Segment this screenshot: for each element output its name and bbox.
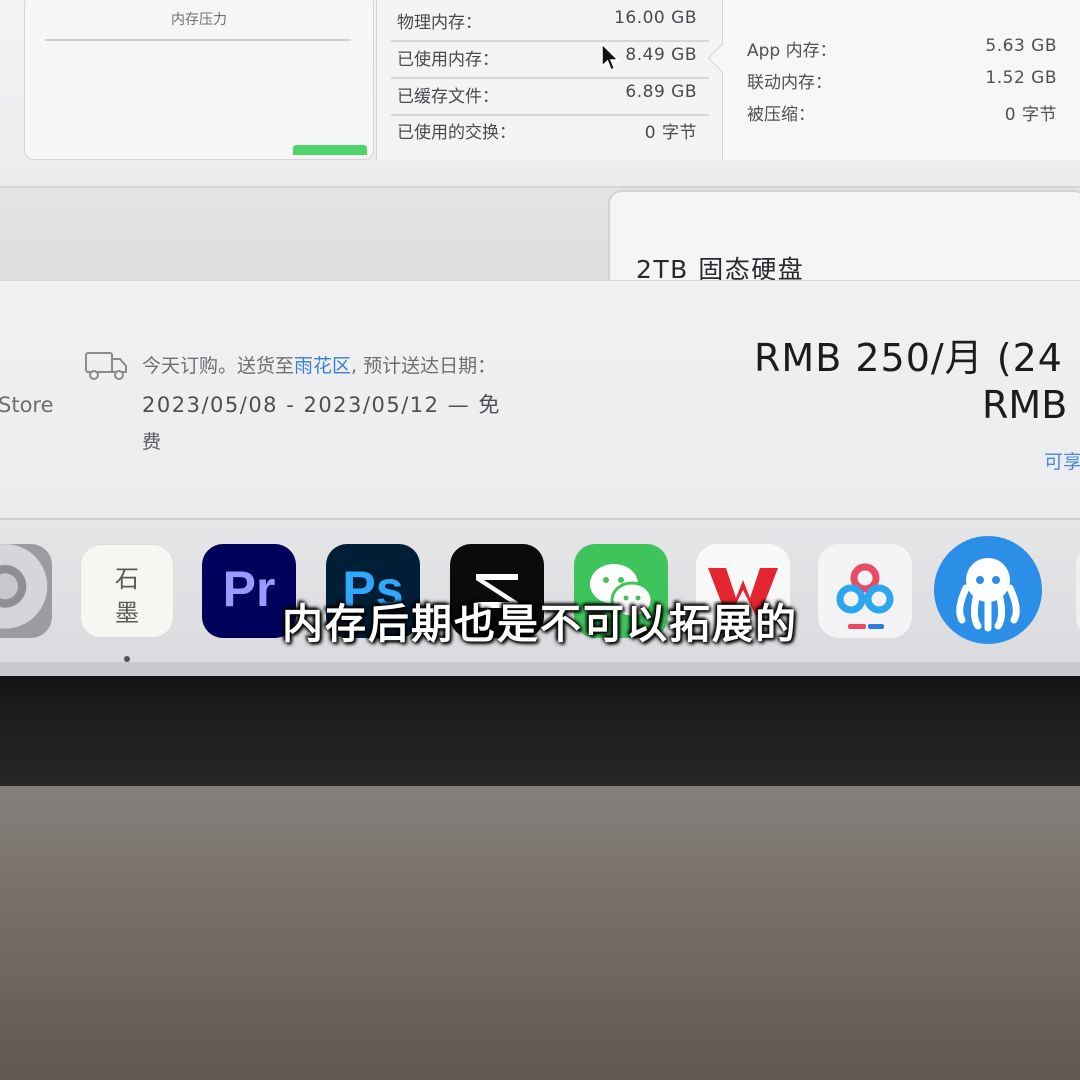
stat-label: 物理内存： (397, 13, 482, 33)
order-summary: Store 今天订购。送货至雨花区, 预计送达日期： 2023/05/08 - … (0, 280, 1080, 518)
shimo-glyph-top: 石 (115, 565, 139, 593)
video-subtitle: 内存后期也是不可以拓展的 (282, 600, 798, 648)
shipping-location-link[interactable]: 雨花区 (294, 355, 351, 377)
stat-label: 已缓存文件： (397, 87, 499, 107)
breakdown-value: 1.52 GB (985, 68, 1057, 88)
store-label: Store (0, 393, 54, 417)
stat-value: 0 字节 (644, 123, 697, 143)
stat-label: 已使用的交换： (397, 123, 516, 143)
breakdown-value: 5.63 GB (985, 36, 1057, 56)
shipping-info: 今天订购。送货至雨花区, 预计送达日期： (142, 351, 496, 378)
breakdown-label: App 内存： (747, 41, 837, 61)
stat-physical-memory: 物理内存： 16.00 GB (391, 0, 711, 36)
delivery-dates: 2023/05/08 - 2023/05/12 — 免 (142, 393, 501, 417)
monthly-price: RMB 250/月 (24 (754, 336, 1063, 380)
installment-link[interactable]: 可享 (1044, 447, 1080, 474)
stat-value: 8.49 GB (625, 45, 697, 65)
memory-breakdown-popover: App 内存： 5.63 GB 联动内存： 1.52 GB 被压缩： 0 字节 (707, 0, 1080, 160)
memory-pressure-bar (293, 145, 367, 155)
monitor-bezel (0, 676, 1080, 786)
delivery-fee-tail: 费 (142, 431, 162, 453)
breakdown-label: 被压缩： (747, 105, 815, 125)
stat-cached-files: 已缓存文件： 6.89 GB (391, 74, 711, 110)
breakdown-label: 联动内存： (747, 73, 832, 93)
breakdown-value: 0 字节 (1004, 105, 1057, 125)
delivery-truck-icon (85, 352, 127, 380)
memory-stats: 物理内存： 16.00 GB 已使用内存： 8.49 GB 已缓存文件： 6.8… (376, 0, 726, 160)
memory-panel: 内存压力 物理内存： 16.00 GB 已使用内存： 8.49 GB 已缓存文件… (0, 0, 1080, 188)
mouse-pointer-icon (601, 42, 620, 71)
stat-value: 16.00 GB (614, 8, 697, 28)
memory-pressure-graph: 内存压力 (24, 0, 374, 160)
memory-pressure-title: 内存压力 (171, 12, 227, 28)
shipping-prefix: 今天订购。送货至 (142, 355, 295, 377)
shipping-suffix: , 预计送达日期： (351, 355, 497, 377)
desk-surface (0, 786, 1080, 1080)
stat-used-memory: 已使用内存： 8.49 GB (391, 37, 711, 73)
total-price: RMB (982, 383, 1068, 427)
stat-swap-used: 已使用的交换： 0 字节 (391, 110, 711, 146)
stat-value: 6.89 GB (625, 82, 697, 102)
stat-label: 已使用内存： (397, 50, 499, 70)
screen-photo: 内存压力 物理内存： 16.00 GB 已使用内存： 8.49 GB 已缓存文件… (0, 0, 1080, 1080)
graph-divider (45, 39, 351, 41)
